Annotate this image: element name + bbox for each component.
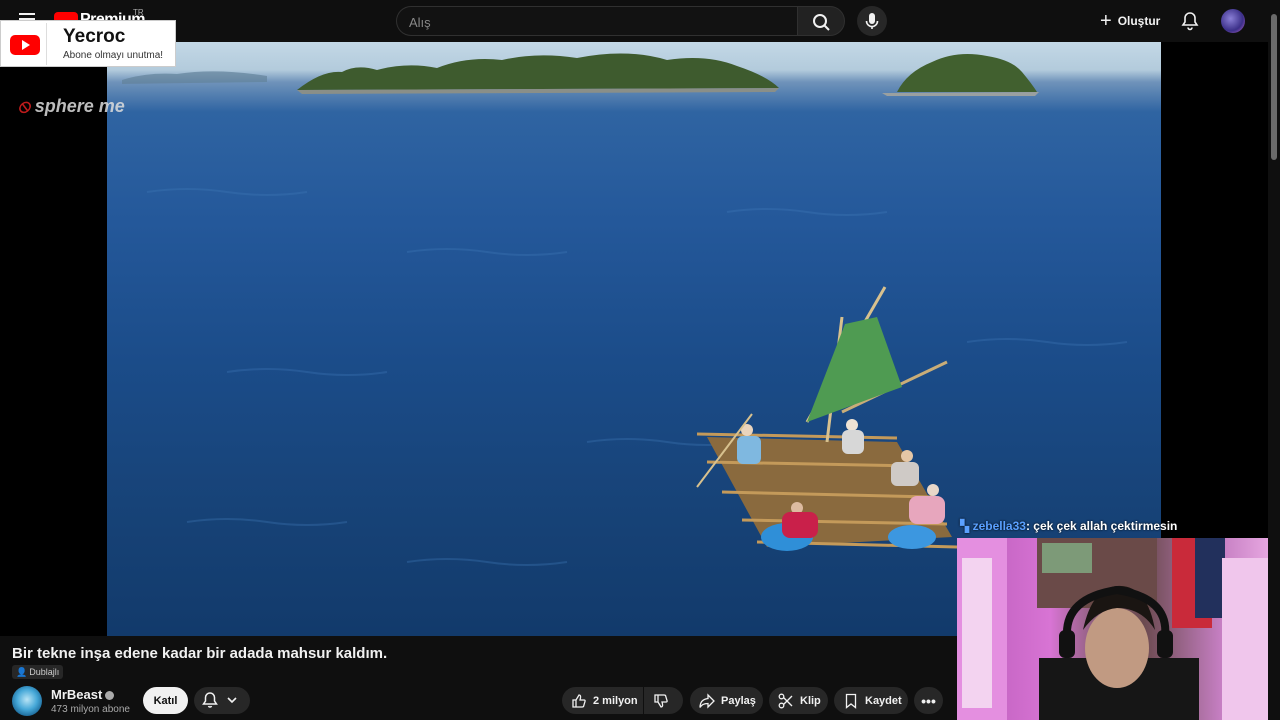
webcam-scene bbox=[957, 538, 1268, 720]
mic-icon bbox=[865, 13, 879, 29]
like-count: 2 milyon bbox=[593, 694, 638, 707]
dubbed-badge: 👤 Dublajlı bbox=[12, 665, 64, 679]
scrollbar-thumb[interactable] bbox=[1271, 14, 1277, 160]
clip-label: Klip bbox=[800, 694, 821, 707]
share-button[interactable]: Paylaş bbox=[690, 687, 763, 714]
clip-button[interactable]: Klip bbox=[769, 687, 828, 714]
join-button[interactable]: Katıl bbox=[143, 687, 188, 714]
more-actions-button[interactable]: ••• bbox=[914, 687, 943, 714]
video-title: Bir tekne inşa edene kadar bir adada mah… bbox=[12, 645, 388, 662]
subscribe-popup[interactable]: Yecroc Abone olmayı unutma! bbox=[0, 20, 176, 67]
bell-icon bbox=[1181, 12, 1199, 31]
channel-name-text: MrBeast bbox=[51, 687, 103, 702]
search-box bbox=[396, 6, 798, 36]
popup-tagline: Abone olmayı unutma! bbox=[63, 50, 164, 61]
subscriber-count: 473 milyon abone bbox=[51, 704, 130, 715]
chat-message: ▚ zebella33: çek çek allah çektirmesin bbox=[960, 519, 1177, 533]
like-button[interactable]: 2 milyon bbox=[562, 687, 643, 714]
channel-avatar[interactable] bbox=[12, 686, 42, 716]
thumbs-up-icon bbox=[572, 693, 586, 708]
chat-badge-icon: ▚ bbox=[960, 519, 970, 533]
create-label: Oluştur bbox=[1117, 14, 1161, 28]
share-icon bbox=[699, 692, 715, 709]
verified-icon bbox=[105, 691, 115, 701]
watermark-logo-icon: ⦸ bbox=[18, 96, 30, 116]
thumbs-down-icon bbox=[654, 693, 668, 708]
dubbed-badge-label: Dublajlı bbox=[29, 667, 60, 677]
channel-name[interactable]: MrBeast bbox=[51, 687, 115, 702]
person-audio-icon: 👤 bbox=[16, 666, 28, 677]
chat-username: zebella33 bbox=[972, 519, 1026, 533]
save-button[interactable]: Kaydet bbox=[834, 687, 908, 714]
create-button[interactable]: + Oluştur bbox=[1094, 8, 1164, 34]
popup-channel-name: Yecroc bbox=[63, 26, 126, 47]
voice-search-button[interactable] bbox=[857, 6, 887, 36]
youtube-logo-icon bbox=[3, 23, 47, 65]
subscription-notifications-button[interactable] bbox=[194, 687, 250, 714]
search-button[interactable] bbox=[797, 6, 845, 36]
streamer-webcam bbox=[957, 538, 1268, 720]
bell-icon bbox=[202, 692, 237, 708]
bookmark-icon bbox=[845, 693, 857, 709]
search-input[interactable] bbox=[409, 13, 779, 31]
watermark-text: sphere me bbox=[34, 96, 125, 116]
region-code: TR bbox=[133, 8, 144, 17]
chat-text: : çek çek allah çektirmesin bbox=[1025, 519, 1178, 533]
share-label: Paylaş bbox=[721, 694, 756, 707]
search-icon bbox=[813, 14, 830, 31]
save-label: Kaydet bbox=[865, 694, 902, 707]
scissors-icon bbox=[778, 693, 793, 708]
channel-watermark: ⦸ sphere me bbox=[18, 96, 125, 117]
plus-icon: + bbox=[1100, 10, 1112, 32]
account-avatar[interactable] bbox=[1221, 9, 1245, 33]
notifications-button[interactable] bbox=[1178, 9, 1202, 33]
raft bbox=[696, 286, 958, 551]
dislike-button[interactable] bbox=[644, 687, 683, 714]
